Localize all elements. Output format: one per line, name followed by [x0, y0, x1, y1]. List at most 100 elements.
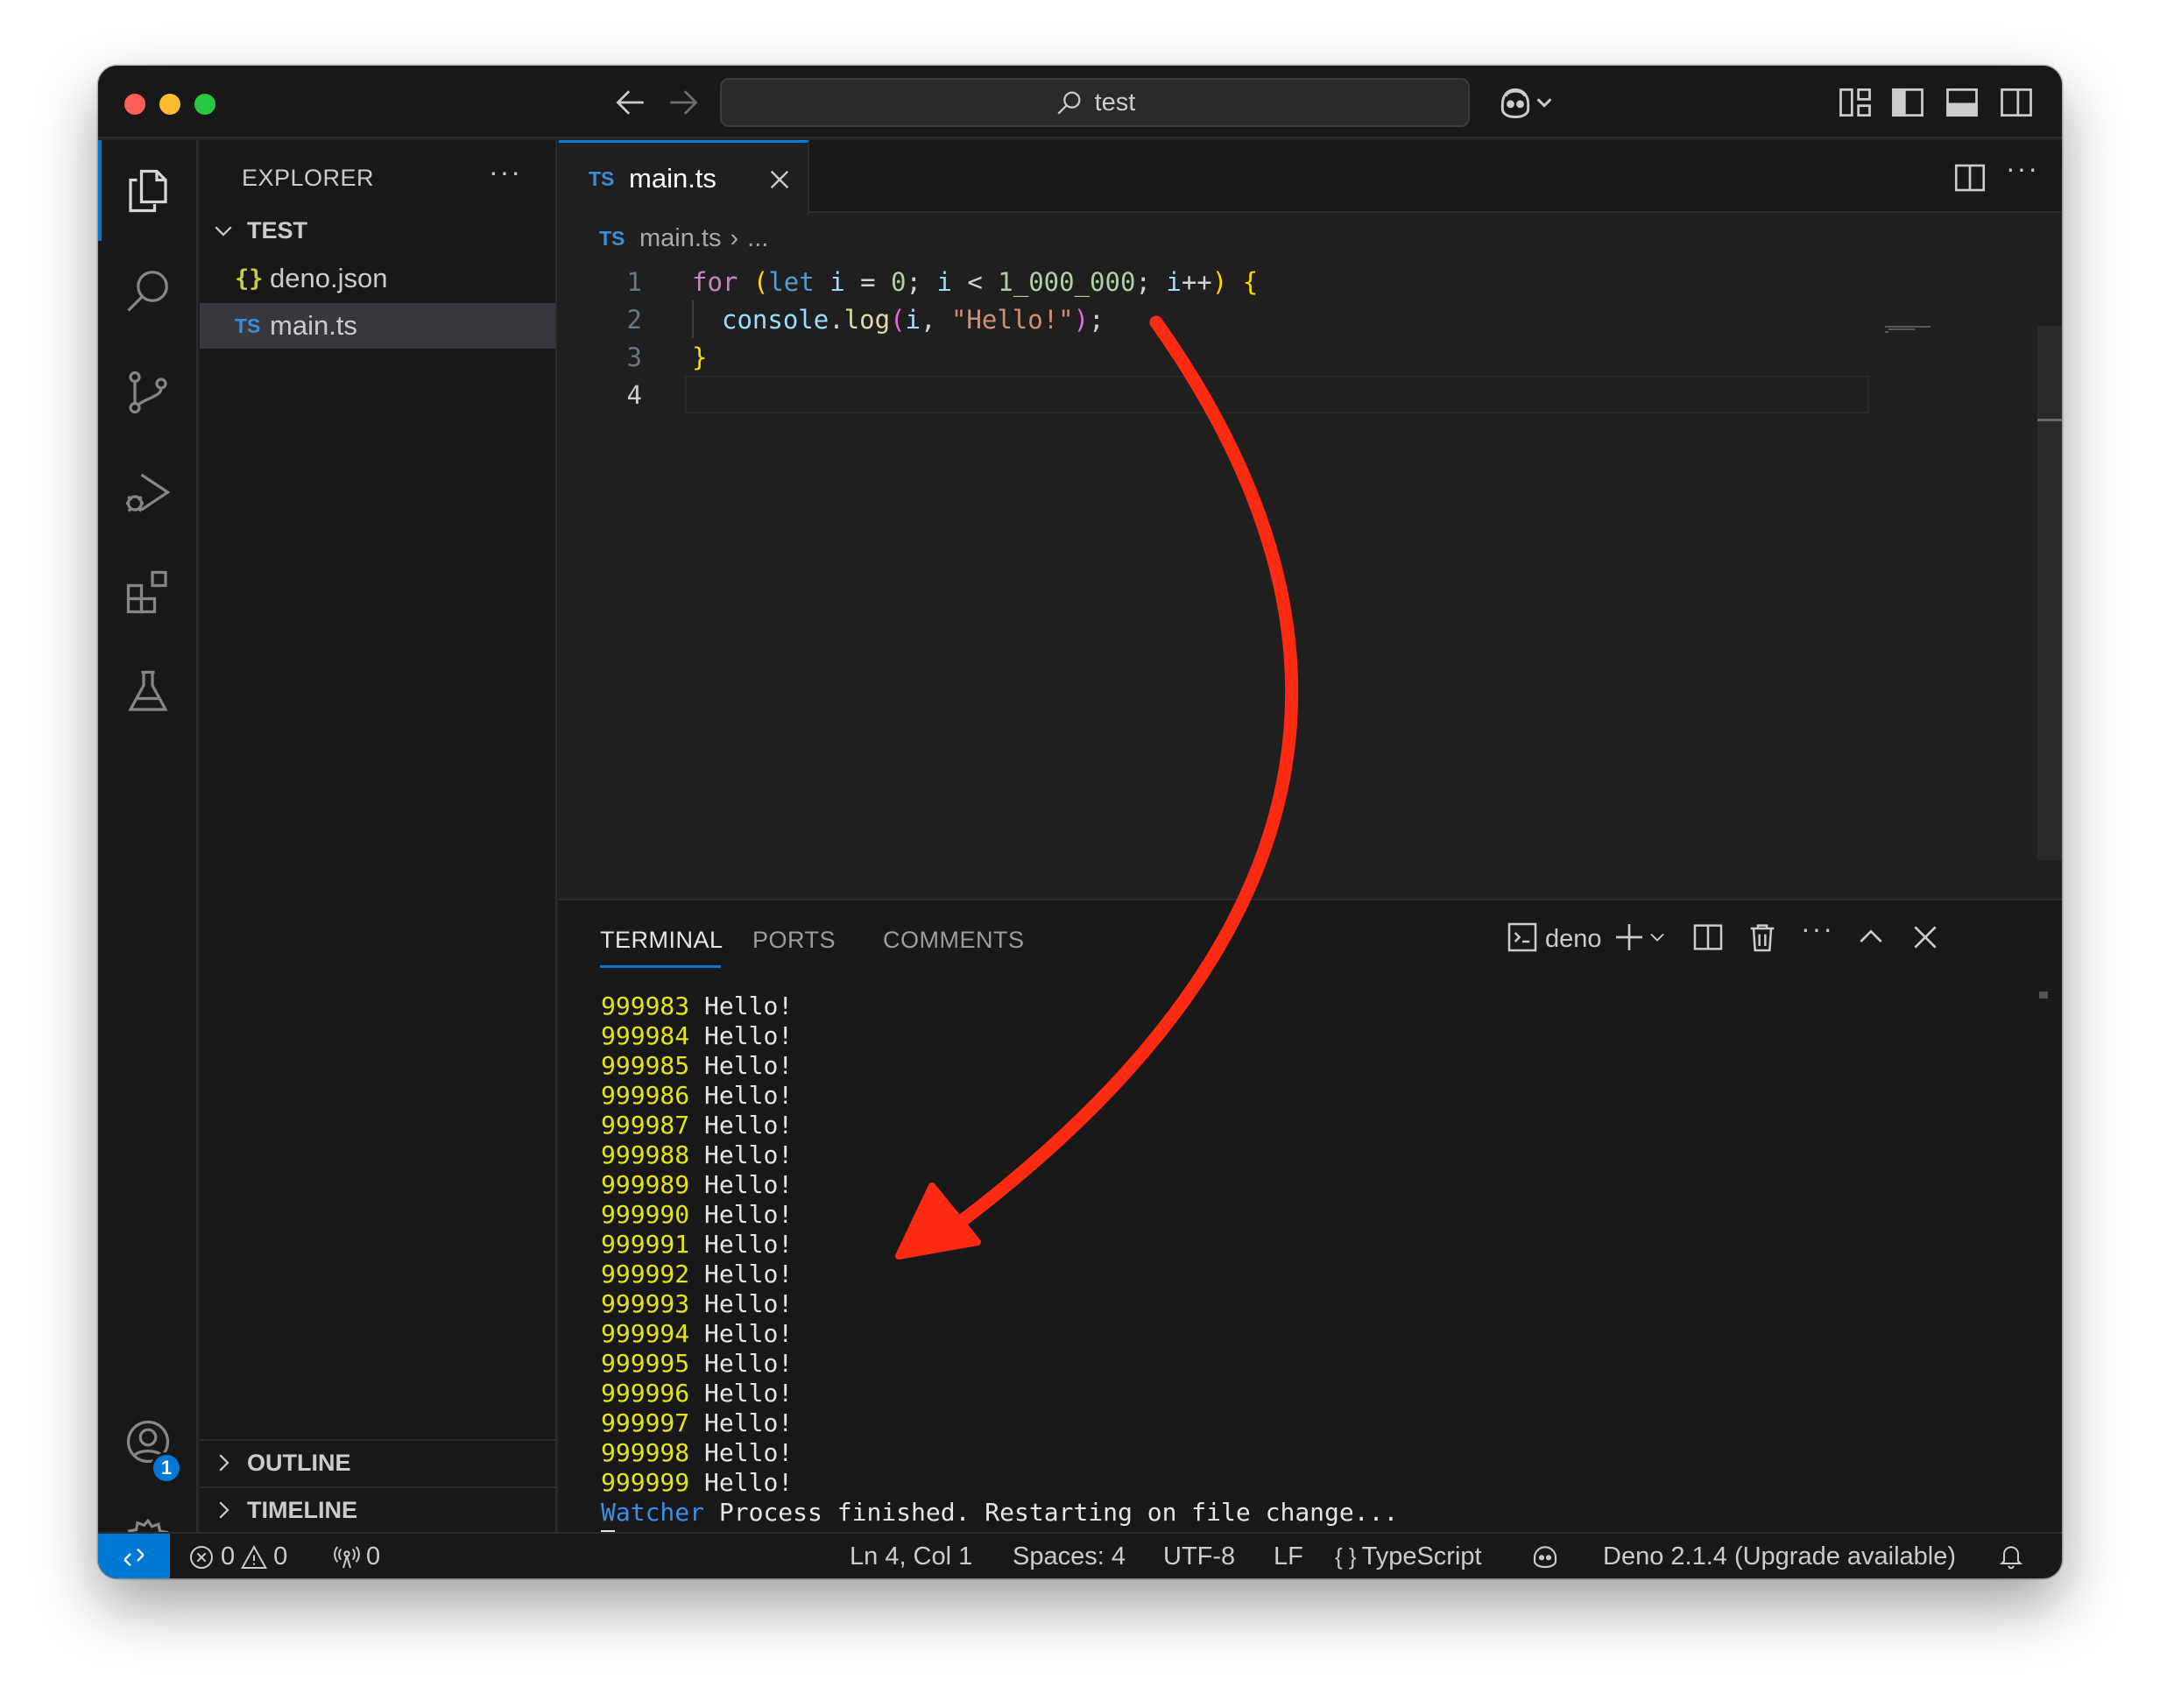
breadcrumb-file[interactable]: main.ts: [639, 224, 721, 253]
deno-version[interactable]: Deno 2.1.4 (Upgrade available): [1603, 1542, 1956, 1571]
forward-arrow-icon[interactable]: [664, 83, 702, 122]
file-item-deno-json[interactable]: {} deno.json: [200, 256, 555, 301]
end-of-line[interactable]: LF: [1274, 1542, 1303, 1571]
watcher-message: Process finished. Restarting on file cha…: [704, 1498, 1399, 1527]
maximize-window-button[interactable]: [194, 94, 215, 115]
terminal-line-text: Hello!: [689, 1438, 794, 1467]
tab-main-ts[interactable]: TS main.ts: [559, 140, 809, 215]
terminal-line-text: Hello!: [689, 1081, 794, 1110]
watcher-label: Watcher: [601, 1498, 705, 1527]
line-number: 1: [626, 266, 642, 297]
close-icon[interactable]: [766, 166, 794, 194]
editor-more-actions[interactable]: ···: [2006, 152, 2043, 189]
close-window-button[interactable]: [124, 94, 145, 115]
remote-indicator[interactable]: [98, 1534, 170, 1578]
timeline-label: TIMELINE: [247, 1496, 357, 1523]
tab-ports[interactable]: PORTS: [752, 927, 836, 954]
terminal-line-text: Hello!: [689, 1200, 794, 1229]
testing-icon[interactable]: [122, 666, 174, 718]
language-mode[interactable]: { } TypeScript: [1335, 1542, 1482, 1571]
terminal-line: 999993 Hello!: [601, 1289, 1398, 1319]
terminal-line: 999991 Hello!: [601, 1230, 1398, 1260]
terminal-line-text: Hello!: [689, 1230, 794, 1259]
toggle-secondary-sidebar-icon[interactable]: [1997, 83, 2036, 122]
outline-label: OUTLINE: [247, 1449, 351, 1476]
close-icon[interactable]: [1908, 920, 1943, 955]
maximize-panel-icon[interactable]: [1853, 920, 1888, 955]
editor-area: TS main.ts ··· TS main.ts › ... 1 for (l…: [559, 140, 2062, 899]
copilot-icon[interactable]: [1494, 83, 1556, 122]
terminal-watcher-line: Watcher Process finished. Restarting on …: [601, 1498, 1398, 1528]
terminal-line-number: 999983: [601, 992, 690, 1020]
code-line-4: 4: [559, 376, 2062, 413]
search-icon[interactable]: [122, 265, 174, 317]
explorer-icon[interactable]: [122, 165, 174, 217]
terminal-line: 999994 Hello!: [601, 1319, 1398, 1349]
terminal-line-number: 999992: [601, 1260, 690, 1288]
code-text: for (let i = 0; i < 1_000_000; i++) {: [692, 266, 1259, 297]
copilot-icon[interactable]: [1531, 1542, 1559, 1570]
file-item-main-ts[interactable]: TS main.ts: [200, 303, 555, 349]
terminal-line-number: 999984: [601, 1021, 690, 1050]
active-tab-underline: [600, 965, 721, 968]
split-terminal-icon[interactable]: [1691, 920, 1726, 955]
cursor-position[interactable]: Ln 4, Col 1: [850, 1542, 972, 1571]
encoding[interactable]: UTF-8: [1163, 1542, 1235, 1571]
toggle-panel-icon[interactable]: [1943, 83, 1981, 122]
customize-layout-icon[interactable]: [1836, 83, 1874, 122]
source-control-icon[interactable]: [122, 366, 174, 419]
terminal-line-text: Hello!: [689, 1289, 794, 1318]
panel-more-actions[interactable]: ···: [1801, 913, 1836, 948]
file-name: deno.json: [270, 263, 388, 293]
terminal-line: 999995 Hello!: [601, 1349, 1398, 1379]
timeline-section[interactable]: TIMELINE: [200, 1486, 555, 1532]
run-and-debug-icon[interactable]: [122, 466, 174, 519]
terminal-output[interactable]: 999983 Hello! 999984 Hello! 999985 Hello! 9…: [601, 992, 1398, 1557]
toggle-primary-sidebar-icon[interactable]: [1888, 83, 1927, 122]
code-text: console.log(i, "Hello!");: [722, 304, 1105, 335]
terminal-line-text: Hello!: [689, 1140, 794, 1169]
terminal-line: 999987 Hello!: [601, 1111, 1398, 1140]
code-text: }: [692, 342, 708, 372]
indentation[interactable]: Spaces: 4: [1013, 1542, 1126, 1571]
terminal-line-number: 999989: [601, 1170, 690, 1199]
explorer-more-actions[interactable]: ···: [489, 156, 522, 188]
add-terminal-icon[interactable]: [1612, 920, 1647, 955]
terminal-instance-name[interactable]: deno: [1545, 925, 1602, 954]
chevron-down-icon[interactable]: [1645, 920, 1669, 955]
status-bar: 0 0 0 Ln 4, Col 1 Spaces: 4 UTF-8 LF { }…: [98, 1532, 2062, 1578]
breadcrumb: TS main.ts › ...: [599, 224, 768, 253]
minimap[interactable]: [1885, 326, 1955, 333]
json-file-icon: {}: [235, 265, 264, 293]
terminal-line-text: Hello!: [689, 1349, 794, 1378]
terminal-line: 999999 Hello!: [601, 1468, 1398, 1498]
editor-scrollbar[interactable]: [2037, 326, 2062, 860]
command-center-search[interactable]: test: [720, 78, 1470, 127]
folder-test[interactable]: TEST: [200, 208, 555, 252]
tab-terminal[interactable]: TERMINAL: [600, 927, 724, 954]
ports-indicator[interactable]: 0: [333, 1542, 380, 1571]
code-line-2: 2 console.log(i, "Hello!");: [559, 300, 2062, 338]
minimize-window-button[interactable]: [159, 94, 180, 115]
terminal-scrollbar[interactable]: [2039, 992, 2048, 999]
back-arrow-icon[interactable]: [611, 83, 650, 122]
problems-indicator[interactable]: 0 0: [187, 1542, 287, 1571]
terminal-line-number: 999990: [601, 1200, 690, 1229]
search-text: test: [1094, 88, 1136, 116]
breadcrumb-symbols[interactable]: ...: [747, 224, 768, 253]
tab-comments[interactable]: COMMENTS: [883, 927, 1025, 954]
extensions-icon[interactable]: [122, 566, 174, 618]
terminal-line: 999998 Hello!: [601, 1438, 1398, 1468]
terminal-line-number: 999998: [601, 1438, 690, 1467]
terminal-line-number: 999991: [601, 1230, 690, 1259]
terminal-line: 999992 Hello!: [601, 1260, 1398, 1289]
typescript-file-icon: TS: [589, 166, 615, 190]
bell-icon[interactable]: [1997, 1542, 2025, 1570]
activity-bar: 1: [98, 140, 198, 1565]
outline-section[interactable]: OUTLINE: [200, 1439, 555, 1485]
split-editor-icon[interactable]: [1952, 159, 1988, 196]
trash-icon[interactable]: [1745, 920, 1780, 955]
remote-icon: [124, 1548, 145, 1566]
explorer-title: EXPLORER: [242, 165, 375, 191]
terminal-line: 999989 Hello!: [601, 1170, 1398, 1200]
